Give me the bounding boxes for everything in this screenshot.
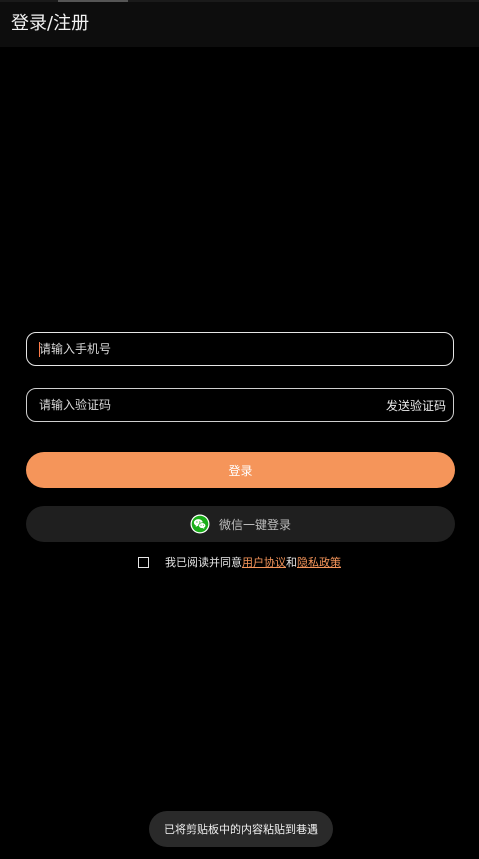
user-agreement-link[interactable]: 用户协议	[242, 554, 286, 570]
privacy-policy-link[interactable]: 隐私政策	[297, 554, 341, 570]
page-title: 登录/注册	[11, 13, 90, 34]
wechat-login-button[interactable]: 微信一键登录	[26, 506, 455, 542]
verification-code-field[interactable]: 发送验证码	[26, 388, 454, 422]
clipboard-toast: 已将剪贴板中的内容粘贴到巷遇	[149, 811, 333, 847]
wechat-login-label: 微信一键登录	[218, 517, 291, 532]
wechat-icon	[190, 514, 210, 534]
text-caret	[39, 342, 40, 357]
agreement-checkbox[interactable]	[138, 556, 149, 568]
agreement-conjunction: 和	[286, 556, 297, 569]
verification-code-input[interactable]	[39, 389, 379, 421]
app-header: 登录/注册	[0, 2, 479, 47]
agreement-prefix: 我已阅读并同意	[165, 556, 242, 569]
login-button[interactable]: 登录	[26, 452, 455, 488]
send-code-button[interactable]: 发送验证码	[386, 389, 446, 421]
agreement-row: 我已阅读并同意 用户协议 和 隐私政策	[0, 553, 479, 571]
phone-field[interactable]	[26, 332, 454, 366]
phone-input[interactable]	[39, 333, 379, 365]
